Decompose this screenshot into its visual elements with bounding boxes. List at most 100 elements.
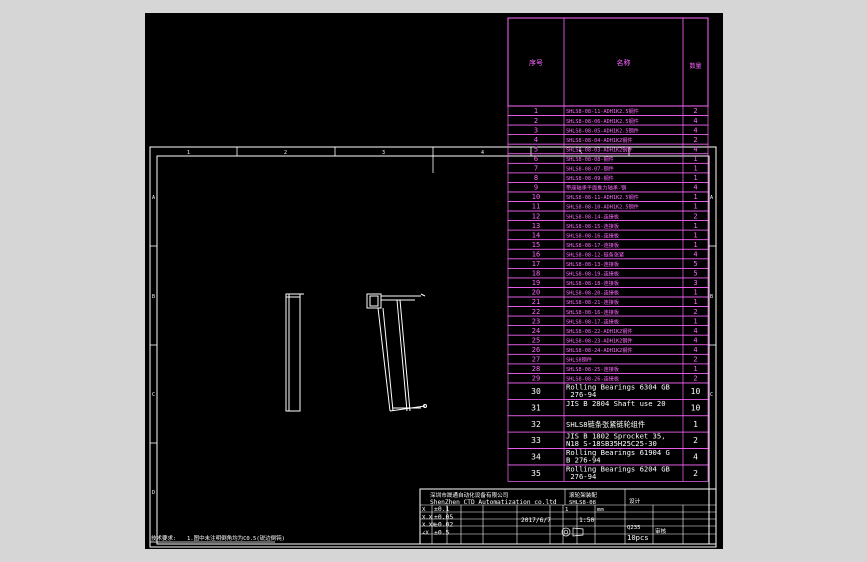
part-view-left[interactable] xyxy=(285,293,304,412)
bom-cell-no: 14 xyxy=(532,231,540,239)
bom-cell-qty: 5 xyxy=(693,260,697,268)
bom-table[interactable]: 序号 名称 数量1 SHLS8-08-11-ADH1K2.5钢件 22 SHLS8-08-… xyxy=(507,17,709,482)
bom-cell-name: SHLS8-08-23-ADH1K2钢件 xyxy=(566,336,633,344)
bom-cell-name: SHLS8-08-26-连接板 xyxy=(566,375,620,383)
bom-cell-name: SHLS8-08-08-钢件 xyxy=(566,155,614,163)
bom-header-name: 名称 xyxy=(617,58,631,67)
bom-cell-name: SHLS8-08-03-ADH1K2钢件 xyxy=(566,145,633,153)
bom-cell-no: 10 xyxy=(532,193,540,201)
bom-row[interactable]: 7 SHLS8-08-07-钢件 1 xyxy=(507,162,709,174)
bom-row[interactable]: 17 SHLS8-08-13-连接板 5 xyxy=(507,258,709,269)
bom-cell-no: 27 xyxy=(532,356,540,364)
bom-cell-no: 8 xyxy=(534,174,538,182)
bom-cell-qty: 1 xyxy=(693,298,697,306)
bom-cell-no: 15 xyxy=(532,241,540,249)
part-view-right[interactable] xyxy=(366,293,427,412)
material: Q235 xyxy=(627,525,640,531)
bom-cell-qty: 1 xyxy=(693,174,697,182)
frame-row-label: A xyxy=(710,195,713,201)
bom-row[interactable]: 19 SHLS8-08-18-连接板 3 xyxy=(507,277,709,288)
bom-cell-qty: 2 xyxy=(693,308,697,316)
bom-cell-qty: 2 xyxy=(693,356,697,364)
bom-cell-qty: 1 xyxy=(693,289,697,297)
bom-cell-name: SHLS8-08-24-ADH1K2钢件 xyxy=(566,346,633,354)
bom-row[interactable]: 4 SHLS8-08-04-ADH1K2钢件 2 xyxy=(507,134,709,145)
bom-row[interactable]: 25 SHLS8-08-23-ADH1K2钢件 4 xyxy=(507,334,709,346)
bom-row[interactable]: 14 SHLS8-08-16-连接板 1 xyxy=(507,229,709,241)
tolerance-value: ±0.02 xyxy=(434,521,453,529)
bom-cell-name: SHLS8-08-16-连接板 xyxy=(566,231,620,239)
bom-row[interactable]: 20 SHLS8-08-20-连接板 1 xyxy=(507,287,709,298)
bom-row[interactable]: 15 SHLS8-08-17-连接板 1 xyxy=(507,239,709,250)
bom-row[interactable]: 28 SHLS8-08-25-连接板 1 xyxy=(507,363,709,374)
tolerance-value: ±0.1 xyxy=(434,505,450,513)
bom-row[interactable]: 30 Rolling Bearings 6304 GB 276-94 10 xyxy=(507,382,709,400)
bom-cell-no: 7 xyxy=(534,165,538,173)
bom-row[interactable]: 5 SHLS8-08-03-ADH1K2钢件 4 xyxy=(507,143,709,155)
bom-row[interactable]: 33 JIS B 1802 Sprocket 35, N18 S-18SB35H2… xyxy=(507,432,709,449)
bom-cell-name: SHLS8-08-19-连接板 xyxy=(566,270,620,278)
bom-cell-qty: 4 xyxy=(693,336,697,344)
frame-row-label: B xyxy=(152,294,155,300)
bom-cell-name: Rolling Bearings 6204 GB 276-94 xyxy=(566,464,670,480)
bom-cell-qty: 3 xyxy=(693,279,697,287)
bom-cell-no: 13 xyxy=(532,222,540,230)
bom-cell-name: SHLS8-08-21-连接板 xyxy=(566,298,620,306)
bom-row[interactable]: 35 Rolling Bearings 6204 GB 276-94 2 xyxy=(507,464,709,482)
tolerance-value: ±0.05 xyxy=(434,513,453,521)
bom-row[interactable]: 26 SHLS8-08-24-ADH1K2钢件 4 xyxy=(507,344,709,355)
bom-cell-no: 11 xyxy=(532,203,540,211)
bom-row[interactable]: 8 SHLS8-08-09-钢件 1 xyxy=(507,172,709,183)
bom-row[interactable]: 3 SHLS8-08-05-ADH1K2.5钢件 4 xyxy=(507,124,709,135)
bom-cell-no: 24 xyxy=(532,327,540,335)
bom-row[interactable]: 32 SHLS8链条张紧链轮组件 1 xyxy=(507,415,709,433)
bom-row[interactable]: 16 SHLS8-08-12-链条张紧 4 xyxy=(507,248,709,260)
bom-cell-no: 34 xyxy=(531,453,541,462)
bom-row[interactable]: 24 SHLS8-08-22-ADH1K2钢件 4 xyxy=(507,325,709,336)
bom-row[interactable]: 11 SHLS8-08-10-ADH1K2.5钢件 1 xyxy=(507,201,709,212)
bom-cell-no: 9 xyxy=(534,184,538,192)
bom-cell-qty: 10 xyxy=(691,387,701,396)
bom-row[interactable]: 18 SHLS8-08-19-连接板 5 xyxy=(507,268,709,279)
tolerance-label: X.X xyxy=(422,515,433,521)
bom-cell-name: SHLS8-08-10-ADH1K2.5钢件 xyxy=(566,203,639,211)
bom-cell-no: 35 xyxy=(531,469,541,478)
bom-cell-name: SHLS8-08-17-连接板 xyxy=(566,241,620,249)
bom-row[interactable]: 9 带座轴承平面推力轴承-钢 4 xyxy=(507,182,709,193)
bom-cell-no: 30 xyxy=(531,387,541,396)
bom-cell-no: 26 xyxy=(532,346,540,354)
frame-col-label: 1 xyxy=(187,150,190,156)
designer-label: 设计 xyxy=(629,497,641,505)
bom-row[interactable]: 12 SHLS8-08-14-连接板 2 xyxy=(507,210,709,221)
bom-cell-no: 31 xyxy=(531,403,541,412)
bom-cell-no: 29 xyxy=(532,375,540,383)
bom-cell-name: SHLS8-08-12-链条张紧 xyxy=(566,250,624,258)
bom-row[interactable]: 13 SHLS8-08-15-连接板 1 xyxy=(507,220,709,231)
bom-cell-qty: 4 xyxy=(693,117,697,125)
bom-cell-qty: 2 xyxy=(693,436,698,445)
drawing-unit: mm xyxy=(597,507,604,513)
tolerance-label: ∠X xyxy=(422,530,429,536)
bom-cell-name: SHLS8-08-20-连接板 xyxy=(566,289,620,297)
cad-canvas[interactable]: 1 2 3 4 5 A B C D A B C 技术要求: 1.图中未注明倒角均… xyxy=(145,13,723,549)
bom-row[interactable]: 31 JIS B 2804 Shaft use 20 10 xyxy=(507,399,709,417)
bom-cell-qty: 2 xyxy=(693,375,697,383)
bom-row[interactable]: 2 SHLS8-08-06-ADH1K2.5钢件 4 xyxy=(507,115,709,126)
bom-cell-name: SHLS8-08-15-连接板 xyxy=(566,222,620,230)
bom-row[interactable]: 21 SHLS8-08-21-连接板 1 xyxy=(507,296,709,307)
bom-row[interactable]: 22 SHLS8-08-16-连接板 2 xyxy=(507,306,709,317)
bom-row[interactable]: 27 SHLS8钢件 2 xyxy=(507,353,709,365)
bom-row[interactable]: 34 Rolling Bearings 61904 GB 276-94 4 xyxy=(507,448,709,466)
bom-row[interactable]: 1 SHLS8-08-11-ADH1K2.5钢件 2 xyxy=(507,105,709,116)
bom-row[interactable]: 23 SHLS8-08-17-连接板 1 xyxy=(507,315,709,327)
bom-row[interactable]: 6 SHLS8-08-08-钢件 1 xyxy=(507,153,709,164)
bom-cell-no: 28 xyxy=(532,365,540,373)
bom-cell-name: SHLS8-08-18-连接板 xyxy=(566,279,620,287)
bom-cell-no: 5 xyxy=(534,145,538,153)
bom-cell-no: 17 xyxy=(532,260,540,268)
bom-row[interactable]: 10 SHLS8-08-11-ADH1K2.5钢件 1 xyxy=(507,191,709,202)
bom-cell-qty: 1 xyxy=(693,222,697,230)
bom-cell-no: 21 xyxy=(532,298,540,306)
bom-cell-no: 6 xyxy=(534,155,538,163)
bom-cell-name: SHLS8-08-25-连接板 xyxy=(566,365,620,373)
